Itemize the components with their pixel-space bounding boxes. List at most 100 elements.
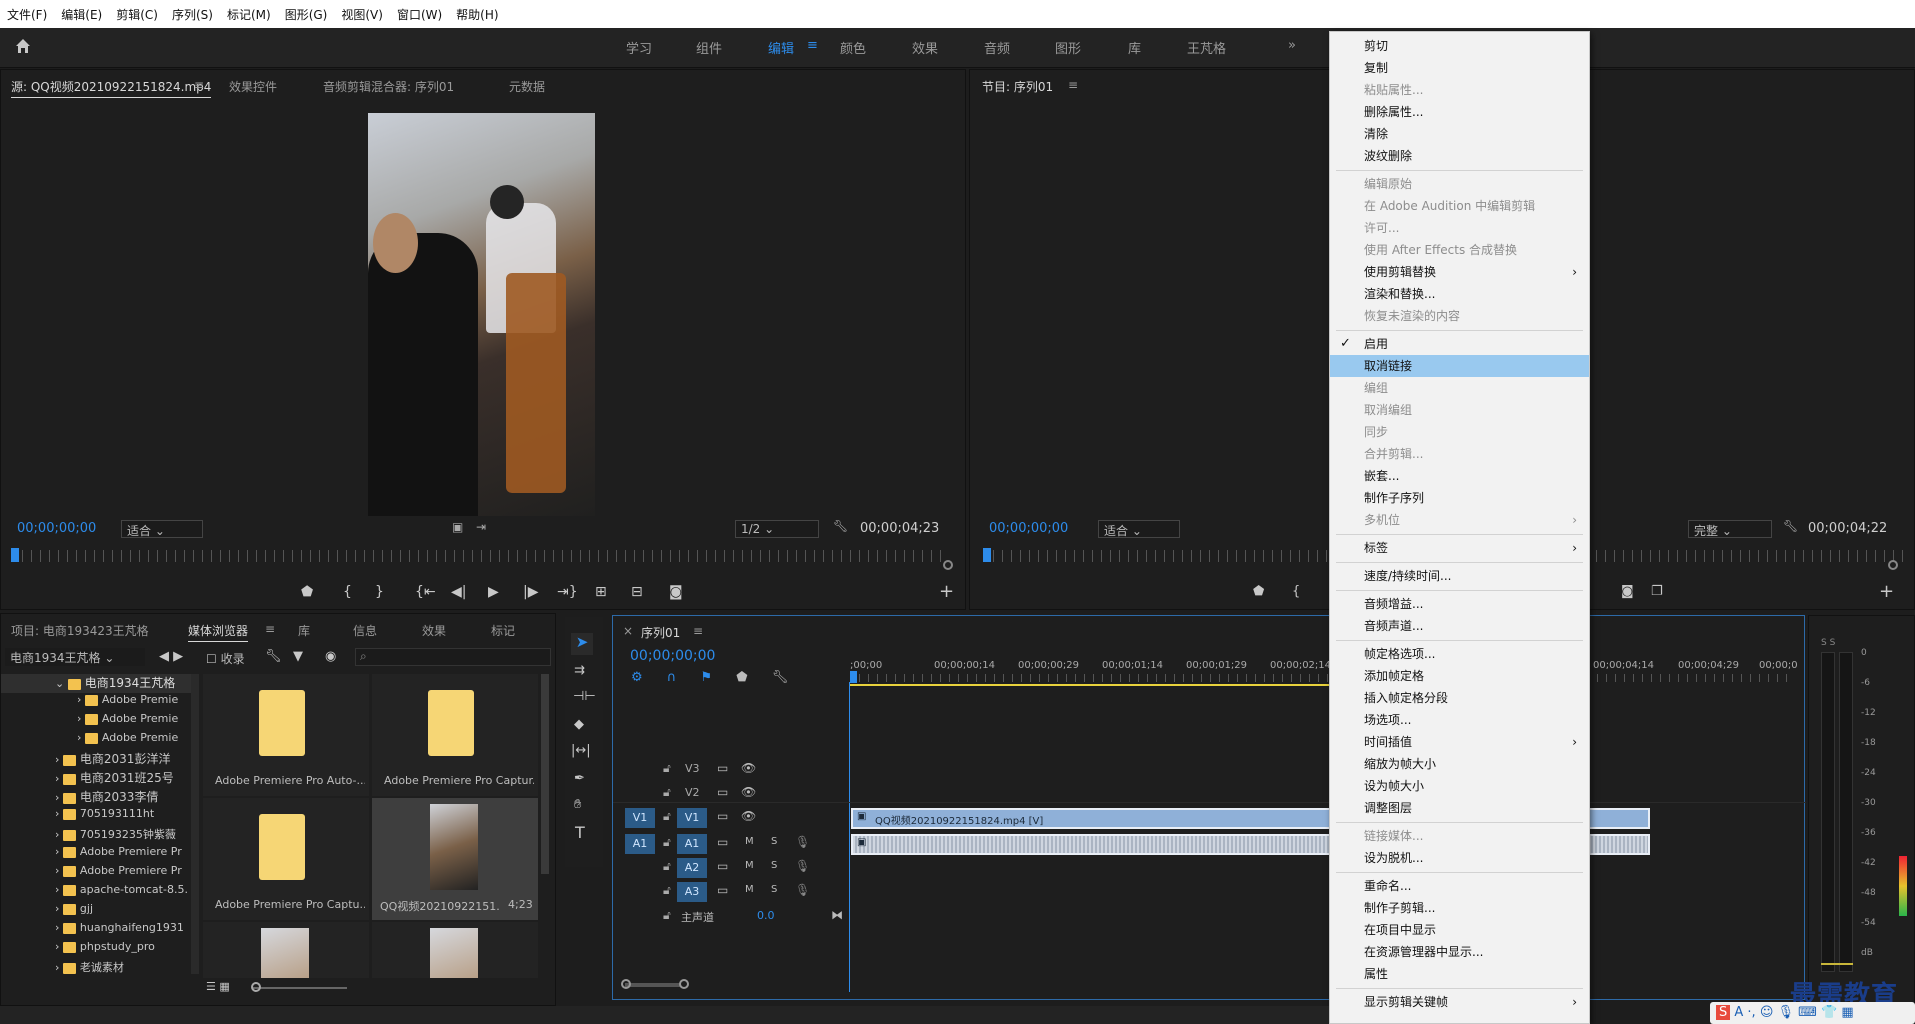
menu-item-reveal-in-explorer[interactable]: 在资源管理器中显示... [1330,941,1589,963]
menu-window[interactable]: 窗口(W) [390,6,449,23]
source-settings-icon[interactable]: ▣ [452,520,463,534]
sync-lock-icon[interactable]: ▭ [717,835,728,849]
menu-item-make-subsequence[interactable]: 制作子序列 [1330,487,1589,509]
tree-item[interactable]: › huanghaifeng1931 [1,921,191,940]
menu-item-add-frame-hold[interactable]: 添加帧定格 [1330,665,1589,687]
workspace-assembly[interactable]: 组件 [696,38,722,57]
linked-selection-icon[interactable]: ⚑ [700,670,712,685]
tree-item[interactable]: › 705193235钟紫薇 [1,826,191,845]
workspace-libraries[interactable]: 库 [1128,38,1141,57]
menu-item-enable[interactable]: ✓ 启用 [1330,333,1589,355]
pen-icon[interactable]: ✒ [574,771,585,786]
track-target-a1[interactable]: A1 [677,834,707,854]
home-icon[interactable] [14,37,32,55]
razor-icon[interactable]: ◆ [574,717,584,732]
source-patch-a1[interactable]: A1 [625,834,655,854]
workspace-custom[interactable]: 王芃格 [1187,38,1226,57]
track-select-icon[interactable]: ⇉ [574,663,585,678]
add-button-icon[interactable]: + [939,581,954,602]
hand-icon[interactable]: ✋︎ [574,797,581,812]
menu-item-reveal-in-project[interactable]: 在项目中显示 [1330,919,1589,941]
program-camera-icon[interactable]: ◙ [1621,584,1634,599]
menu-item-rename[interactable]: 重命名... [1330,875,1589,897]
program-mark-in-icon[interactable]: { [1292,584,1300,599]
tree-item[interactable]: › phpstudy_pro [1,940,191,959]
tab-sequence-menu[interactable]: ≡ [693,624,703,638]
ime-toolbar[interactable]: S A ·, ☺ 🎙︎ ⌨ 👕 ▦ [1710,1002,1915,1024]
menu-item-nest[interactable]: 嵌套... [1330,465,1589,487]
menu-item-scale-to-frame[interactable]: 缩放为帧大小 [1330,753,1589,775]
type-tool-icon[interactable]: T [575,823,585,842]
track-target-v1[interactable]: V1 [677,808,707,828]
workspace-learn[interactable]: 学习 [626,38,652,57]
menu-item-unlink[interactable]: 取消链接 [1330,355,1589,377]
source-zoom-handle[interactable] [943,560,953,570]
menu-item-speed-duration[interactable]: 速度/持续时间... [1330,565,1589,587]
lock-icon[interactable]: 🔓︎ [663,809,671,824]
menu-item-label-color[interactable]: 标签 › [1330,537,1589,559]
thumb-scrollbar[interactable] [541,674,549,874]
tree-item[interactable]: › 老诚素材 [1,959,191,978]
tree-item[interactable]: › Adobe Premie [1,693,191,712]
go-to-out-icon[interactable]: ⇥} [557,584,578,600]
slip-icon[interactable]: |↔| [571,743,591,758]
lock-icon[interactable]: 🔓︎ [663,859,671,874]
marker-icon[interactable]: ⬟ [301,584,313,600]
tab-program-menu[interactable]: ≡ [1068,78,1078,92]
menu-help[interactable]: 帮助(H) [449,6,505,23]
tab-program[interactable]: 节目: 序列01 [982,78,1053,95]
list-view-icon[interactable]: ☰ ▦ [206,980,230,993]
sync-lock-icon[interactable]: ▭ [717,785,728,799]
step-back-icon[interactable]: ◀| [451,584,466,600]
workspace-graphics[interactable]: 图形 [1055,38,1081,57]
insert-icon[interactable]: ⊞ [595,584,607,600]
menu-item-group[interactable]: 编组 [1330,377,1589,399]
tab-media-browser-menu[interactable]: ≡ [265,622,275,636]
menu-item-remove-attributes[interactable]: 删除属性... [1330,101,1589,123]
track-target-a2[interactable]: A2 [677,858,707,878]
view-icon[interactable]: ◉ [325,649,336,664]
go-to-in-icon[interactable]: {⇤ [415,584,436,600]
menu-item-link-media[interactable]: 链接媒体... [1330,825,1589,847]
tree-item[interactable]: › apache-tomcat-8.5. [1,883,191,902]
lock-icon[interactable]: 🔓︎ [663,761,671,776]
source-wrench-icon[interactable]: 🔧︎ [833,519,848,533]
eye-icon[interactable]: 👁︎ [741,761,756,775]
mark-in-icon[interactable]: { [343,584,352,600]
lock-icon[interactable]: 🔓︎ [663,785,671,800]
tree-item[interactable]: › Adobe Premie [1,712,191,731]
tab-sequence[interactable]: 序列01 [641,624,680,641]
mic-icon[interactable]: 🎙︎ [795,835,810,849]
timeline-playhead[interactable] [850,671,857,683]
sync-lock-icon[interactable]: ▭ [717,859,728,873]
track-target-a3[interactable]: A3 [677,882,707,902]
menu-item-render-replace[interactable]: 渲染和替换... [1330,283,1589,305]
mute-button[interactable]: M [745,836,754,847]
thumbnail-item[interactable] [203,922,369,978]
tab-metadata[interactable]: 元数据 [509,78,545,95]
master-volume-value[interactable]: 0.0 [757,909,775,922]
menu-item-paste-attributes[interactable]: 粘贴属性... [1330,79,1589,101]
menu-item-clear[interactable]: 清除 [1330,123,1589,145]
tree-item[interactable]: › 电商2031班25号 [1,769,191,788]
source-time-ruler[interactable] [13,550,949,562]
overwrite-icon[interactable]: ⊟ [631,584,643,600]
source-insert-icon[interactable]: ⇥ [476,520,486,534]
thumbnail-item[interactable]: Adobe Premiere Pro Captur... [372,674,538,796]
back-icon[interactable]: ◀ ▶ [159,649,183,664]
go-to-end-icon[interactable]: ⧓ [831,908,843,922]
selection-tool-icon[interactable]: ➤ [571,633,593,655]
wrench-icon[interactable]: 🔧︎ [265,649,282,664]
program-zoom-handle[interactable] [1888,560,1898,570]
eye-icon[interactable]: 👁︎ [741,809,756,823]
location-select[interactable]: 电商1934王芃格 ⌄ [5,648,145,666]
menu-item-make-offline[interactable]: 设为脱机... [1330,847,1589,869]
program-compare-icon[interactable]: ❐ [1651,584,1663,599]
menu-item-edit-in-audition[interactable]: 在 Adobe Audition 中编辑剪辑 [1330,195,1589,217]
menu-item-insert-frame-hold[interactable]: 插入帧定格分段 [1330,687,1589,709]
tree-scrollbar[interactable] [191,674,199,974]
lock-icon[interactable]: 🔓︎ [663,908,671,923]
tree-item[interactable]: › 电商2031彭洋洋 [1,750,191,769]
workspace-more-button[interactable]: » [1288,38,1296,53]
tab-info[interactable]: 信息 [353,622,377,639]
